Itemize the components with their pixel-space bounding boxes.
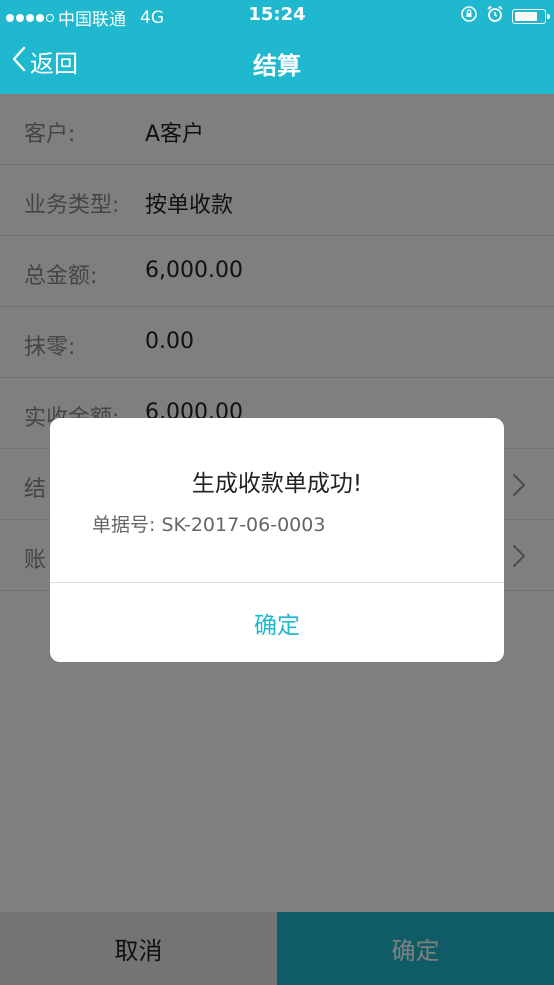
alarm-icon xyxy=(486,5,504,28)
battery-icon xyxy=(512,9,550,24)
status-right xyxy=(460,5,550,28)
document-number-label: 单据号: xyxy=(92,514,156,536)
status-bar: 中国联通 4G 15:24 xyxy=(0,0,554,30)
dialog-title: 生成收款单成功! xyxy=(191,471,363,497)
dialog-ok-button[interactable]: 确定 xyxy=(50,583,504,662)
page-title: 结算 xyxy=(253,52,301,80)
orientation-lock-icon xyxy=(460,5,478,28)
document-number-value: SK-2017-06-0003 xyxy=(161,514,326,536)
success-dialog: 生成收款单成功! 单据号: SK-2017-06-0003 确定 xyxy=(50,418,504,662)
document-number: 单据号: SK-2017-06-0003 xyxy=(92,510,325,537)
nav-bar: 返回 结算 xyxy=(0,30,554,94)
